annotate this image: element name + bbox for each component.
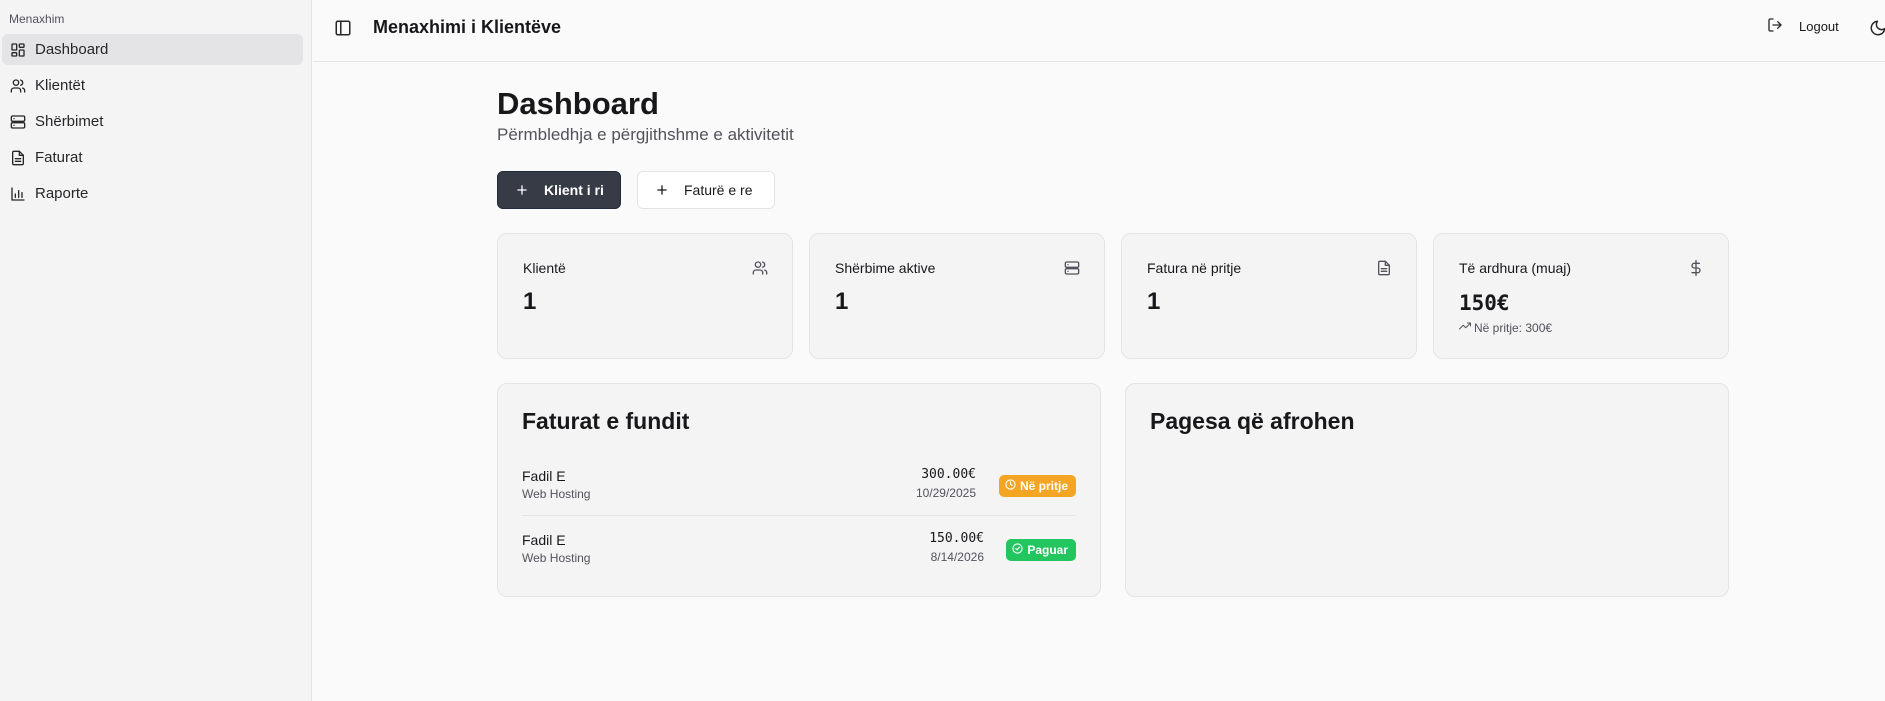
sidebar-toggle-icon[interactable] (334, 19, 352, 37)
invoice-service: Web Hosting (522, 551, 591, 565)
dollar-icon (1688, 260, 1704, 276)
logout-label: Logout (1799, 19, 1839, 34)
file-text-icon (10, 150, 26, 166)
panel-title: Pagesa që afrohen (1150, 408, 1355, 434)
invoice-client: Fadil E (522, 468, 566, 484)
status-label: Paguar (1027, 543, 1068, 557)
bar-chart-icon (10, 186, 26, 202)
sidebar-item-services[interactable]: Shërbimet (2, 106, 303, 137)
check-circle-icon (1012, 543, 1027, 557)
invoice-service: Web Hosting (522, 487, 591, 501)
page-subtitle: Përmbledhja e përgjithshme e aktivitetit (497, 125, 794, 144)
status-badge: Në pritje (998, 475, 1076, 497)
sidebar-item-dashboard[interactable]: Dashboard (2, 34, 303, 65)
stat-value: 1 (1147, 288, 1161, 315)
layout-grid-icon (10, 42, 26, 58)
moon-icon[interactable] (1869, 19, 1885, 37)
page-title: Dashboard (497, 86, 659, 121)
sidebar-item-label: Faturat (35, 149, 83, 166)
stat-value: 1 (835, 288, 849, 315)
stat-note-text: Në pritje: 300€ (1474, 320, 1553, 335)
invoice-date: 8/14/2026 (930, 550, 984, 564)
status-badge: Paguar (1006, 539, 1076, 561)
sidebar-item-reports[interactable]: Raporte (2, 178, 303, 209)
sidebar-group-label: Menaxhim (9, 12, 65, 26)
stat-card-clients: Klientë 1 (497, 233, 793, 359)
sidebar-item-label: Klientët (35, 77, 86, 94)
plus-icon (515, 183, 529, 197)
users-icon (752, 260, 768, 276)
file-text-icon (1376, 260, 1392, 276)
sidebar-item-label: Shërbimet (35, 113, 104, 130)
stat-value: 1 (523, 288, 537, 315)
clock-icon (1005, 479, 1020, 493)
invoice-row[interactable]: Fadil E Web Hosting 150.00€ 8/14/2026 Pa… (522, 530, 1076, 580)
server-icon (10, 114, 26, 130)
status-label: Në pritje (1019, 479, 1068, 493)
sidebar-item-label: Dashboard (35, 41, 109, 58)
logout-button[interactable]: Logout (1767, 17, 1839, 36)
stat-card-pending-invoices: Fatura në pritje 1 (1121, 233, 1417, 359)
stat-card-active-services: Shërbime aktive 1 (809, 233, 1105, 359)
new-client-button[interactable]: Klient i ri (497, 171, 621, 209)
invoice-client: Fadil E (522, 532, 566, 548)
stat-label: Të ardhura (muaj) (1459, 260, 1572, 276)
panel-title: Faturat e fundit (522, 408, 690, 434)
stat-note: Në pritje: 300€ (1459, 320, 1552, 335)
plus-icon (655, 183, 669, 197)
sidebar: Menaxhim Dashboard Klientët Shërbimet Fa… (0, 0, 312, 701)
new-client-label: Klient i ri (544, 182, 604, 198)
invoice-amount: 300.00€ (921, 467, 976, 482)
top-bar: Menaxhimi i Klientëve Logout (313, 0, 1885, 62)
new-invoice-button[interactable]: Faturë e re (637, 171, 775, 209)
stat-card-monthly-revenue: Të ardhura (muaj) 150€ Në pritje: 300€ (1433, 233, 1729, 359)
stat-label: Klientë (523, 260, 566, 276)
users-icon (10, 78, 26, 94)
stat-label: Shërbime aktive (835, 260, 936, 276)
sidebar-item-clients[interactable]: Klientët (2, 70, 303, 101)
sidebar-item-invoices[interactable]: Faturat (2, 142, 303, 173)
trending-up-icon (1459, 320, 1474, 335)
app-title: Menaxhimi i Klientëve (373, 17, 562, 37)
invoice-amount: 150.00€ (929, 531, 984, 546)
stat-label: Fatura në pritje (1147, 260, 1242, 276)
logout-icon (1767, 17, 1799, 36)
upcoming-payments-panel: Pagesa që afrohen (1125, 383, 1729, 597)
stat-value: 150€ (1459, 291, 1510, 315)
invoice-date: 10/29/2025 (915, 486, 976, 500)
sidebar-item-label: Raporte (35, 185, 89, 202)
recent-invoices-panel: Faturat e fundit Fadil E Web Hosting 300… (497, 383, 1101, 597)
server-icon (1064, 260, 1080, 276)
invoice-row[interactable]: Fadil E Web Hosting 300.00€ 10/29/2025 N… (522, 466, 1076, 516)
new-invoice-label: Faturë e re (684, 182, 753, 198)
